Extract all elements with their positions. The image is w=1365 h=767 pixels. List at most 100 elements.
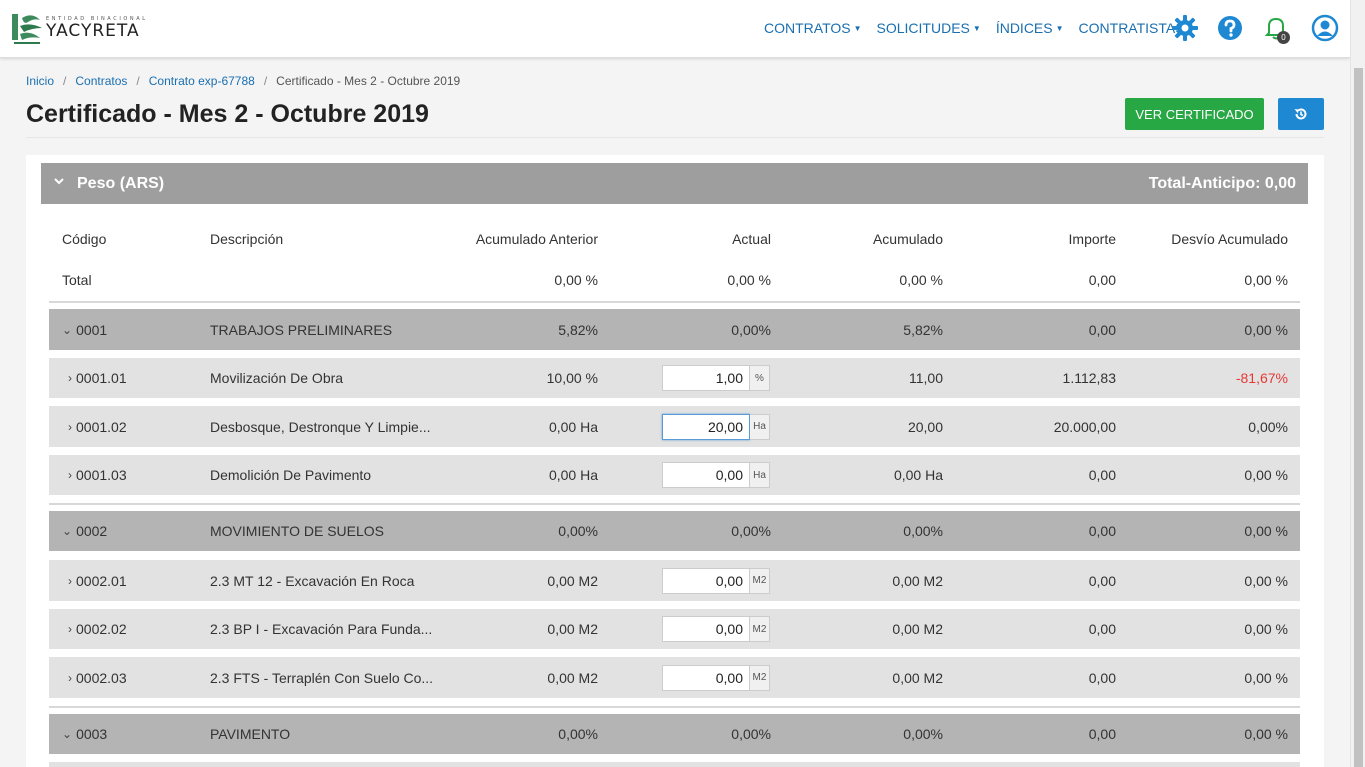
group-act: 0,00% — [731, 726, 771, 742]
chevron-down-icon[interactable]: ⌄ — [62, 727, 72, 741]
group-row-0001[interactable]: ⌄ 0001 TRABAJOS PRELIMINARES 5,82% 0,00% … — [49, 309, 1300, 350]
group-code: ⌄ 0002 — [62, 523, 108, 539]
group-row-0002[interactable]: ⌄ 0002 MOVIMIENTO DE SUELOS 0,00% 0,00% 0… — [49, 511, 1300, 551]
total-label: Total — [62, 272, 92, 288]
actual-input-group: 20,00 Ha — [662, 413, 770, 440]
help-icon[interactable] — [1216, 14, 1244, 42]
card-header[interactable]: Peso (ARS) Total-Anticipo: 0,00 — [41, 163, 1308, 204]
nav-indices-label: ÍNDICES — [995, 20, 1053, 36]
actual-input[interactable]: 0,00 — [662, 664, 750, 691]
actual-input[interactable]: 20,00 — [662, 413, 750, 440]
brand-name: YACYRETA — [46, 20, 140, 41]
notification-count-badge: 0 — [1277, 31, 1290, 44]
total-ant: 0,00 % — [554, 272, 598, 288]
item-row-0002-03[interactable]: › 0002.03 2.3 FTS - Terraplén Con Suelo C… — [49, 657, 1300, 698]
item-desc: Demolición De Pavimento — [210, 467, 372, 483]
history-icon — [1294, 108, 1307, 120]
item-acu: 0,00 Ha — [893, 467, 943, 483]
item-des: 0,00 % — [1244, 467, 1288, 483]
chevron-down-icon[interactable]: ⌄ — [62, 524, 72, 538]
item-acu: 0,00 M2 — [892, 669, 943, 686]
history-button[interactable] — [1278, 98, 1324, 130]
item-ant: 10,00 % — [546, 370, 598, 386]
main-menu: CONTRATOS ▼ SOLICITUDES ▼ ÍNDICES ▼ CONTRAT… — [764, 20, 1211, 36]
col-header-imp: Importe — [1068, 231, 1116, 247]
item-code: › 0001.02 — [68, 418, 127, 435]
nav-contratos[interactable]: CONTRATOS ▼ — [764, 20, 862, 36]
item-imp: 1.112,83 — [1062, 370, 1116, 386]
chevron-right-icon[interactable]: › — [68, 622, 72, 636]
breadcrumb: Inicio / Contratos / Contrato exp-67788 … — [26, 74, 460, 88]
item-row-0002-02[interactable]: › 0002.02 2.3 BP I - Excavación Para Fund… — [49, 609, 1300, 649]
chevron-down-icon[interactable]: ⌄ — [62, 323, 72, 337]
nav-indices[interactable]: ÍNDICES ▼ — [996, 20, 1064, 36]
chevron-right-icon[interactable]: › — [68, 420, 72, 434]
item-desc: Movilización De Obra — [210, 370, 344, 386]
col-header-code: Código — [62, 231, 107, 247]
item-des: 0,00% — [1248, 418, 1288, 435]
item-code: › 0001.01 — [68, 370, 127, 386]
caret-down-icon: ▼ — [1055, 24, 1064, 33]
item-desc: 2.3 FTS - Terraplén Con Suelo Co... — [210, 669, 434, 686]
chevron-right-icon[interactable]: › — [68, 468, 72, 482]
item-row-0002-01[interactable]: › 0002.01 2.3 MT 12 - Excavación En Roca … — [49, 560, 1300, 601]
card-total-anticipo: Total-Anticipo: 0,00 — [1148, 175, 1296, 192]
notifications[interactable]: 0 — [1262, 14, 1290, 44]
yacyreta-logo[interactable]: ENTIDAD BINACIONAL YACYRETA — [10, 10, 148, 46]
item-acu: 20,00 — [907, 418, 943, 435]
page-scrollbar[interactable] — [1350, 0, 1365, 767]
item-row-0001-01[interactable]: › 0001.01 Movilización De Obra 10,00 % 1,… — [49, 358, 1300, 398]
chevron-right-icon[interactable]: › — [68, 574, 72, 588]
group-imp: 0,00 — [1088, 726, 1116, 742]
chevron-right-icon[interactable]: › — [68, 671, 72, 685]
user-avatar-icon[interactable] — [1311, 14, 1339, 42]
item-desc: 2.3 MT 12 - Excavación En Roca — [210, 572, 415, 589]
nav-solicitudes[interactable]: SOLICITUDES ▼ — [877, 20, 981, 36]
actual-input[interactable]: 1,00 — [662, 365, 750, 391]
group-desc: PAVIMENTO — [210, 726, 291, 742]
actual-input[interactable]: 0,00 — [662, 462, 750, 488]
item-acu: 11,00 — [909, 370, 943, 386]
item-row-0001-02[interactable]: › 0001.02 Desbosque, Destronque Y Limpie.… — [49, 406, 1300, 447]
group-imp: 0,00 — [1088, 321, 1116, 338]
item-imp: 20.000,00 — [1053, 418, 1116, 435]
item-code: › 0001.03 — [68, 467, 127, 483]
page-title: Certificado - Mes 2 - Octubre 2019 — [26, 100, 429, 128]
chevron-right-icon[interactable]: › — [68, 371, 72, 385]
row-divider — [49, 503, 1300, 505]
breadcrumb-current: Certificado - Mes 2 - Octubre 2019 — [276, 74, 461, 88]
total-row: Total 0,00 % 0,00 % 0,00 % 0,00 0,00 % — [49, 260, 1300, 300]
group-des: 0,00 % — [1244, 321, 1288, 338]
breadcrumb-contract[interactable]: Contrato exp-67788 — [149, 74, 255, 88]
breadcrumb-separator: / — [263, 74, 268, 88]
group-row-0003[interactable]: ⌄ 0003 PAVIMENTO 0,00% 0,00% 0,00% 0,00 0… — [49, 714, 1300, 754]
chevron-down-icon[interactable] — [53, 175, 65, 187]
item-code: › 0002.01 — [68, 572, 127, 589]
gear-icon[interactable] — [1171, 14, 1199, 42]
breadcrumb-inicio[interactable]: Inicio — [26, 74, 54, 88]
actual-input[interactable]: 0,00 — [662, 616, 750, 642]
item-ant: 0,00 Ha — [548, 418, 598, 435]
item-ant: 0,00 M2 — [547, 572, 598, 589]
group-acu: 0,00% — [903, 523, 943, 539]
card-title: Peso (ARS) — [77, 175, 165, 192]
group-code: ⌄ 0003 — [62, 726, 108, 742]
breadcrumb-contratos[interactable]: Contratos — [75, 74, 127, 88]
actual-input[interactable]: 0,00 — [662, 567, 750, 594]
total-acu: 0,00 % — [899, 272, 943, 288]
item-imp: 0,00 — [1088, 669, 1116, 686]
total-imp: 0,00 — [1088, 272, 1116, 288]
caret-down-icon: ▼ — [853, 24, 862, 33]
item-row-0001-03[interactable]: › 0001.03 Demolición De Pavimento 0,00 Ha… — [49, 455, 1300, 495]
title-divider — [26, 137, 1324, 138]
row-divider — [49, 301, 1300, 303]
actual-input-group: 0,00 Ha — [662, 462, 770, 488]
ver-certificado-button[interactable]: VER CERTIFICADO — [1125, 98, 1264, 130]
scrollbar-thumb[interactable] — [1354, 68, 1363, 767]
col-header-acu: Acumulado — [872, 231, 943, 247]
actual-input-group: 0,00 M2 — [662, 664, 770, 691]
total-act: 0,00 % — [727, 272, 771, 288]
group-ant: 5,82% — [558, 321, 598, 338]
nav-contratos-label: CONTRATOS — [764, 20, 851, 36]
group-imp: 0,00 — [1088, 523, 1116, 539]
